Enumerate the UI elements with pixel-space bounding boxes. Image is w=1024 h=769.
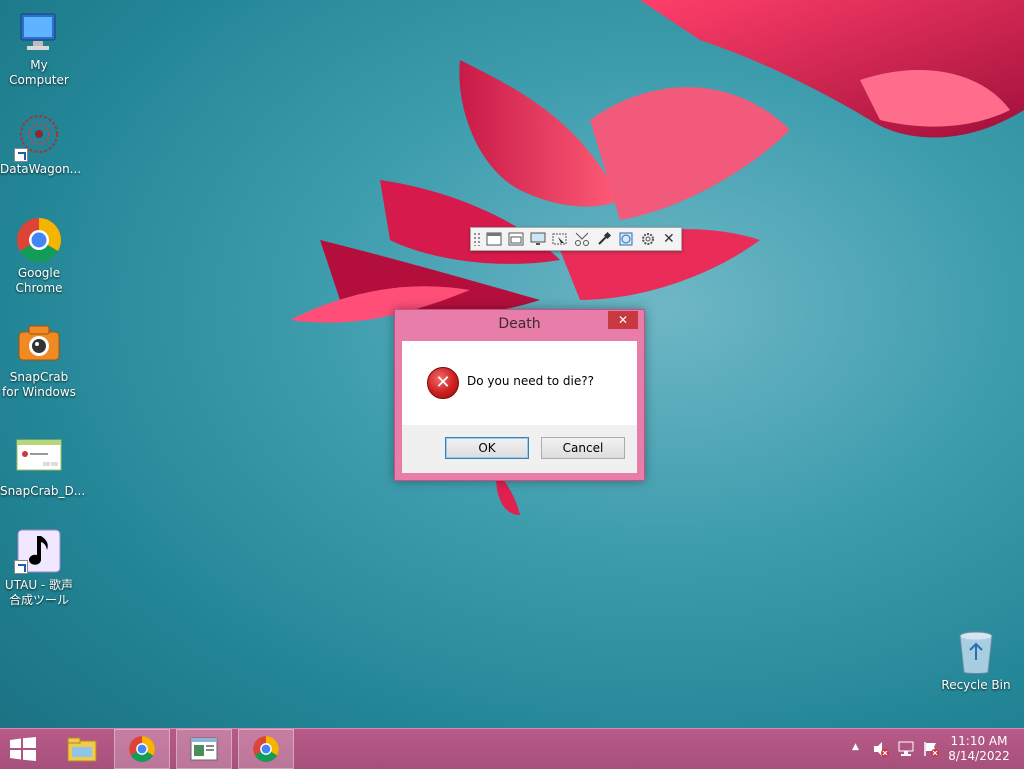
error-icon: ✕ [427, 367, 459, 399]
chrome-icon [17, 218, 61, 262]
dialog-body: ✕ Do you need to die?? [402, 341, 637, 425]
eyedropper-icon[interactable] [595, 230, 613, 248]
window-icon[interactable] [485, 230, 503, 248]
close-icon[interactable]: ✕ [663, 230, 675, 248]
desktop-icon-label: UTAU - 歌声合成ツール [4, 578, 74, 607]
chrome-icon [129, 736, 155, 762]
clock-time: 11:10 AM [950, 734, 1008, 748]
file-explorer-icon [67, 737, 97, 762]
region-icon[interactable] [551, 230, 569, 248]
web-capture-icon[interactable] [573, 230, 591, 248]
desktop-icon-utau[interactable]: UTAU - 歌声合成ツール [0, 528, 78, 608]
desktop-icon-my-computer[interactable]: My Computer [0, 8, 78, 88]
computer-icon [20, 13, 56, 50]
cancel-button[interactable]: Cancel [541, 437, 625, 459]
screenshot-file-icon [16, 439, 62, 471]
desktop-icon-label: SnapCrab_D... [0, 484, 86, 498]
client-area-icon[interactable] [507, 230, 525, 248]
desktop-icon-snapcrab[interactable]: SnapCrab for Windows [0, 320, 78, 400]
action-center-flag-icon[interactable] [922, 740, 940, 758]
desktop-icon-label: Google Chrome [15, 266, 63, 295]
clock[interactable]: 11:10 AM 8/14/2022 [944, 734, 1014, 764]
dialog-button-row: OK Cancel [402, 425, 637, 473]
desktop-icon-label: My Computer [9, 58, 69, 87]
desktop-icon-google-chrome[interactable]: Google Chrome [0, 216, 78, 296]
gear-icon[interactable] [639, 230, 657, 248]
taskbar-snapcrab-window[interactable] [176, 729, 232, 769]
grip-icon[interactable] [473, 232, 481, 246]
desktop-icon-recycle-bin[interactable]: Recycle Bin [940, 630, 1012, 692]
snapcrab-window-icon [190, 737, 218, 761]
globe-icon[interactable] [617, 230, 635, 248]
chrome-icon [253, 736, 279, 762]
desktop-icon-datawagon[interactable]: DataWagon... [0, 112, 82, 177]
shortcut-arrow-icon [14, 560, 28, 574]
dialog-title: Death [498, 316, 541, 332]
message-dialog: Death ✕ ✕ Do you need to die?? OK Cancel [394, 309, 645, 481]
desktop-icon-label: SnapCrab for Windows [2, 370, 76, 399]
capture-toolbar: ✕ [470, 227, 682, 251]
desktop-icon-label: DataWagon... [0, 162, 82, 176]
ok-button[interactable]: OK [445, 437, 529, 459]
dialog-close-button[interactable]: ✕ [608, 311, 638, 329]
desktop-icon-label: Recycle Bin [941, 678, 1011, 692]
desktop-icon-column: My Computer DataWagon... Google Chrome S… [0, 0, 86, 720]
taskbar: ▲ 11:10 AM 8/14/2022 [0, 728, 1024, 769]
taskbar-chrome-2[interactable] [238, 729, 294, 769]
taskbar-file-explorer[interactable] [54, 729, 110, 769]
desktop-icon-snapcrab-d[interactable]: SnapCrab_D... [0, 434, 86, 499]
dialog-message: Do you need to die?? [467, 374, 594, 388]
volume-muted-icon[interactable] [872, 740, 890, 758]
windows-start-icon[interactable] [8, 737, 38, 761]
network-icon[interactable] [897, 740, 915, 758]
shortcut-arrow-icon [14, 148, 28, 162]
system-tray: ▲ 11:10 AM 8/14/2022 [840, 729, 1024, 769]
taskbar-chrome[interactable] [114, 729, 170, 769]
clock-date: 8/14/2022 [948, 749, 1010, 763]
snapcrab-camera-icon [18, 325, 60, 361]
screen-icon[interactable] [529, 230, 547, 248]
tray-overflow-arrow[interactable]: ▲ [852, 742, 859, 752]
recycle-bin-icon [959, 631, 993, 674]
